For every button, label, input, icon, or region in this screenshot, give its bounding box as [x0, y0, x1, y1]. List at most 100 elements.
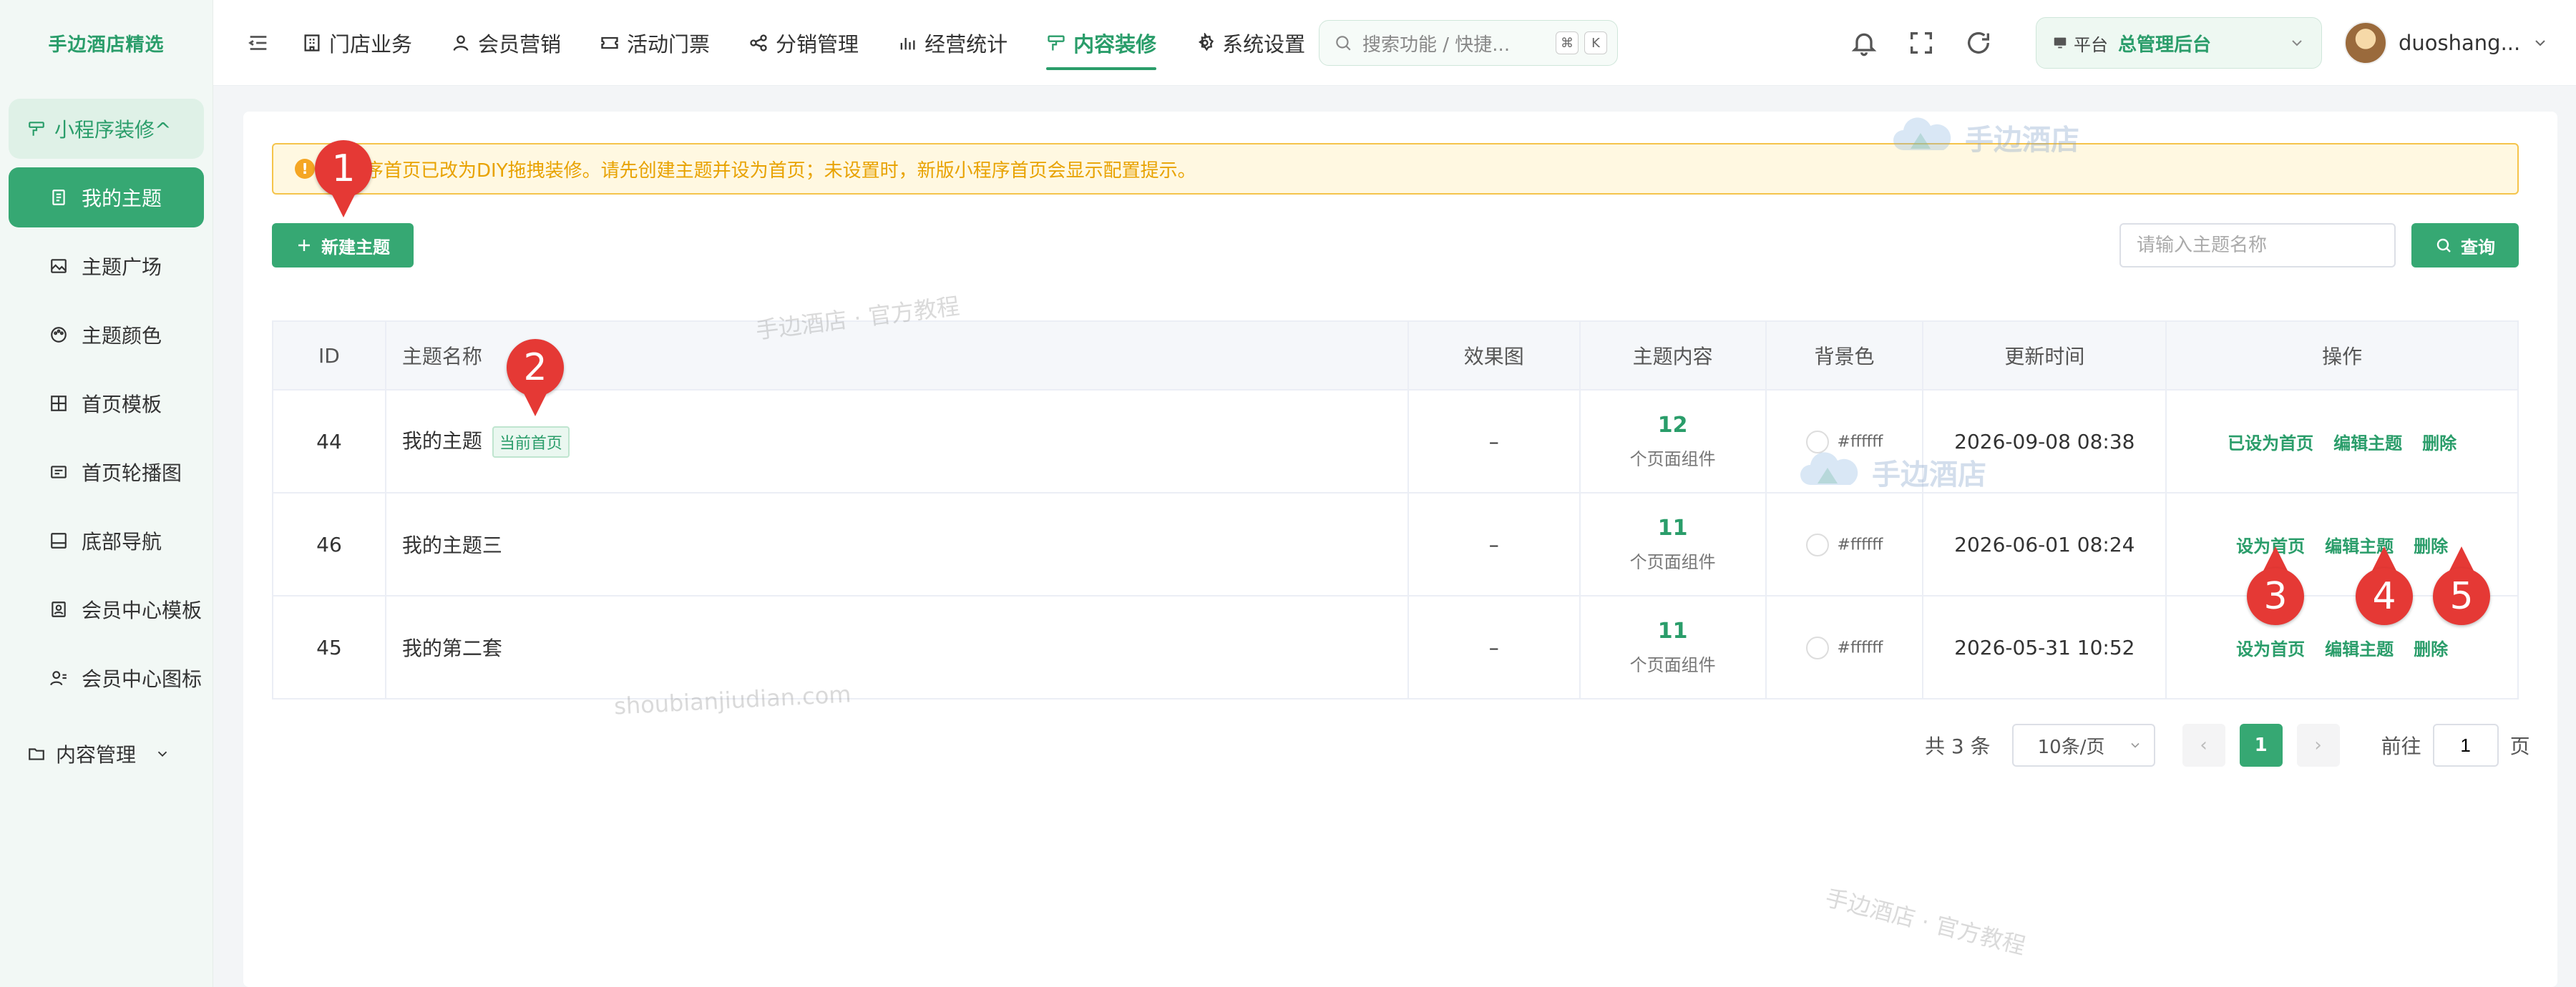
user-menu[interactable]: duoshang... [2344, 20, 2549, 66]
cell-updated: 2026-06-01 08:24 [1923, 493, 2167, 596]
current-home-badge: 当前首页 [492, 426, 570, 458]
cell-content: 11 个页面组件 [1579, 493, 1767, 596]
color-swatch [1805, 637, 1829, 659]
top-bar: 门店业务 会员营销 活动门票 分销管理 经营统计 内容装修 系统设置 搜索功能 … [213, 0, 2576, 86]
prev-page-button[interactable]: ‹ [2182, 724, 2225, 767]
bg-hex: #ffffff [1837, 433, 1883, 451]
sidebar-item-label: 会员中心图标 [82, 667, 203, 691]
platform-tag-label: 平台 [2074, 34, 2108, 55]
query-button[interactable]: 查询 [2411, 223, 2519, 267]
nav-store-business[interactable]: 门店业务 [302, 0, 412, 86]
refresh-icon[interactable] [1964, 29, 1993, 57]
nav-system-settings[interactable]: 系统设置 [1195, 0, 1305, 86]
search-placeholder: 搜索功能 / 快捷... [1362, 34, 1511, 56]
set-home-button[interactable]: 设为首页 [2236, 532, 2305, 557]
cell-id: 44 [273, 390, 386, 494]
edit-theme-button[interactable]: 编辑主题 [2325, 532, 2394, 557]
cell-actions: 设为首页 编辑主题 删除 [2166, 493, 2519, 596]
folder-icon [29, 748, 44, 760]
user-icon [453, 35, 469, 51]
col-theme-name: 主题名称 [385, 321, 1409, 391]
set-home-button[interactable]: 设为首页 [2236, 635, 2305, 660]
search-icon [2436, 238, 2451, 252]
delete-button[interactable]: 删除 [2422, 429, 2457, 454]
nav-business-stats[interactable]: 经营统计 [897, 0, 1008, 86]
col-theme-content: 主题内容 [1579, 321, 1767, 391]
menu-fold-icon[interactable] [246, 31, 270, 55]
set-home-button[interactable]: 已设为首页 [2228, 429, 2313, 454]
main-card: ! 小程序首页已改为DIY拖拽装修。请先创建主题并设为首页；未设置时，新版小程序… [243, 112, 2557, 987]
cell-id: 46 [273, 493, 386, 596]
gallery-icon [49, 256, 69, 276]
sidebar-item-member-template[interactable]: 会员中心模板 [9, 579, 204, 639]
nav-content-decoration[interactable]: 内容装修 [1046, 0, 1157, 86]
nav-distribution[interactable]: 分销管理 [748, 0, 859, 86]
edit-theme-button[interactable]: 编辑主题 [2325, 635, 2394, 660]
goto-page-input[interactable] [2432, 724, 2499, 767]
cell-preview: – [1407, 390, 1581, 494]
component-count[interactable]: 12 [1581, 413, 1765, 438]
component-count[interactable]: 11 [1581, 516, 1765, 541]
sidebar-item-label: 首页轮播图 [82, 461, 182, 485]
new-theme-button[interactable]: 新建主题 [272, 223, 414, 267]
search-icon [1336, 36, 1351, 51]
sidebar-item-home-template[interactable]: 首页模板 [9, 373, 204, 433]
edit-theme-button[interactable]: 编辑主题 [2333, 429, 2402, 454]
chevron-down-icon [2292, 40, 2302, 46]
sidebar-item-theme-color[interactable]: 主题颜色 [9, 305, 204, 365]
global-search[interactable]: 搜索功能 / 快捷... ⌘ K [1319, 20, 1618, 66]
sidebar-item-theme-plaza[interactable]: 主题广场 [9, 236, 204, 296]
sidebar-group-miniprogram[interactable]: 小程序装修^ [9, 99, 204, 159]
total-count: 共 3 条 [1925, 735, 1991, 758]
bell-icon[interactable] [1850, 29, 1878, 57]
color-swatch [1805, 534, 1829, 556]
delete-button[interactable]: 删除 [2414, 532, 2448, 557]
nav-event-tickets[interactable]: 活动门票 [600, 0, 710, 86]
nav-label: 系统设置 [1222, 31, 1306, 57]
fullscreen-icon[interactable] [1907, 29, 1936, 57]
nav-label: 经营统计 [924, 31, 1008, 57]
chevron-down-icon [2535, 40, 2545, 46]
member-template-icon [49, 599, 69, 619]
sidebar-item-my-themes[interactable]: 我的主题 [9, 167, 204, 227]
page-size-select[interactable]: 10条/页 [2011, 724, 2155, 767]
cell-content: 11 个页面组件 [1579, 596, 1767, 699]
delete-button[interactable]: 删除 [2414, 635, 2448, 660]
col-actions: 操作 [2166, 321, 2519, 391]
plus-icon [298, 240, 310, 251]
theme-name: 我的第二套 [401, 637, 502, 660]
platform-switcher[interactable]: 平台 总管理后台 [2036, 17, 2322, 69]
sidebar-group-content-manage[interactable]: 内容管理 [9, 724, 204, 784]
sidebar-item-home-carousel[interactable]: 首页轮播图 [9, 442, 204, 502]
platform-name: 总管理后台 [2118, 34, 2212, 56]
gear-icon [1198, 32, 1214, 51]
cell-theme-name: 我的主题 当前首页 [385, 390, 1409, 494]
palette-icon [49, 325, 69, 345]
cell-updated: 2026-05-31 10:52 [1923, 596, 2167, 699]
brush-icon [29, 122, 44, 136]
new-theme-label: 新建主题 [321, 237, 390, 257]
username: duoshang... [2399, 31, 2521, 55]
sidebar-item-bottom-nav[interactable]: 底部导航 [9, 511, 204, 571]
col-bg-color: 背景色 [1765, 321, 1924, 391]
sidebar-item-member-icons[interactable]: 会员中心图标 [9, 648, 204, 708]
member-icon-icon [49, 668, 69, 688]
theme-name-input[interactable] [2119, 223, 2396, 267]
nav-member-marketing[interactable]: 会员营销 [451, 0, 561, 86]
nav-label: 分销管理 [776, 31, 859, 57]
page-size-value: 10条/页 [2037, 736, 2105, 758]
monitor-icon [2054, 37, 2067, 49]
bottom-nav-icon [49, 531, 69, 551]
component-count[interactable]: 11 [1581, 619, 1765, 644]
chevron-down-icon [157, 751, 167, 757]
sidebar-item-label: 首页模板 [82, 393, 162, 416]
sidebar-item-label: 我的主题 [82, 187, 162, 210]
carousel-icon [49, 462, 69, 482]
sidebar-item-label: 底部导航 [82, 530, 162, 554]
shortcut-key: ⌘ [1556, 31, 1579, 54]
nav-label: 门店业务 [329, 31, 413, 57]
bg-hex: #ffffff [1837, 536, 1883, 554]
next-page-button[interactable]: › [2296, 724, 2340, 767]
page-number-current[interactable]: 1 [2239, 724, 2283, 767]
sidebar-group-label: 内容管理 [56, 743, 137, 767]
